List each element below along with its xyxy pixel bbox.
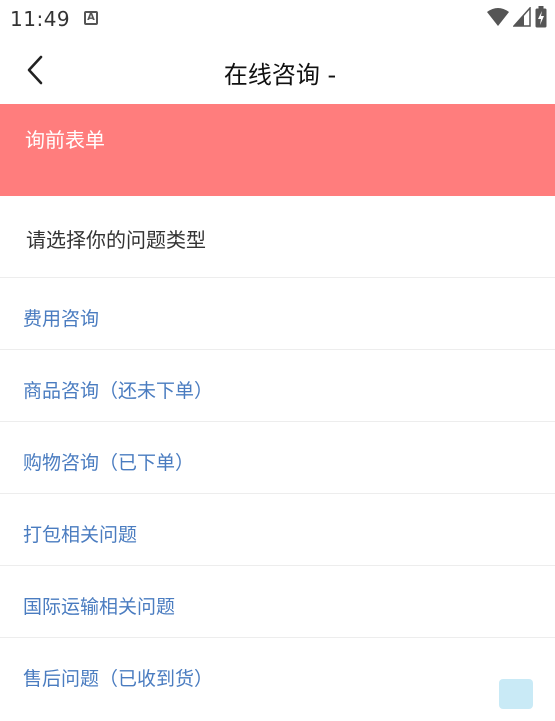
- option-intl-shipping-issue[interactable]: 国际运输相关问题: [0, 566, 555, 638]
- question-prompt: 请选择你的问题类型: [0, 196, 555, 278]
- option-label: 购物咨询（已下单）: [23, 452, 195, 474]
- battery-charging-icon: [535, 6, 547, 28]
- option-label: 打包相关问题: [23, 524, 138, 546]
- question-type-list: 费用咨询 商品咨询（还未下单） 购物咨询（已下单） 打包相关问题 国际运输相关问…: [0, 278, 555, 710]
- banner-title: 询前表单: [25, 128, 105, 152]
- option-after-sales-issue[interactable]: 售后问题（已收到货）: [0, 638, 555, 710]
- option-label: 费用咨询: [23, 308, 100, 330]
- app-header: 在线咨询 -: [0, 36, 555, 104]
- option-product-inquiry[interactable]: 商品咨询（还未下单）: [0, 350, 555, 422]
- option-shopping-inquiry[interactable]: 购物咨询（已下单）: [0, 422, 555, 494]
- prompt-text: 请选择你的问题类型: [26, 228, 206, 252]
- watermark-logo-icon: [499, 679, 533, 709]
- page-title: 在线咨询 -: [223, 61, 337, 89]
- watermark: [499, 679, 533, 709]
- option-fee-inquiry[interactable]: 费用咨询: [0, 278, 555, 350]
- status-icons: [487, 6, 547, 28]
- option-label: 售后问题（已收到货）: [23, 668, 214, 690]
- cell-signal-icon: [513, 7, 531, 27]
- wifi-icon: [487, 8, 509, 26]
- option-label: 商品咨询（还未下单）: [23, 380, 214, 402]
- form-banner: 询前表单: [0, 104, 555, 196]
- status-time: 11:49: [10, 7, 71, 31]
- option-label: 国际运输相关问题: [23, 596, 176, 618]
- option-packing-issue[interactable]: 打包相关问题: [0, 494, 555, 566]
- status-bar: 11:49 A: [0, 0, 555, 36]
- a-notification-icon: A: [84, 11, 98, 25]
